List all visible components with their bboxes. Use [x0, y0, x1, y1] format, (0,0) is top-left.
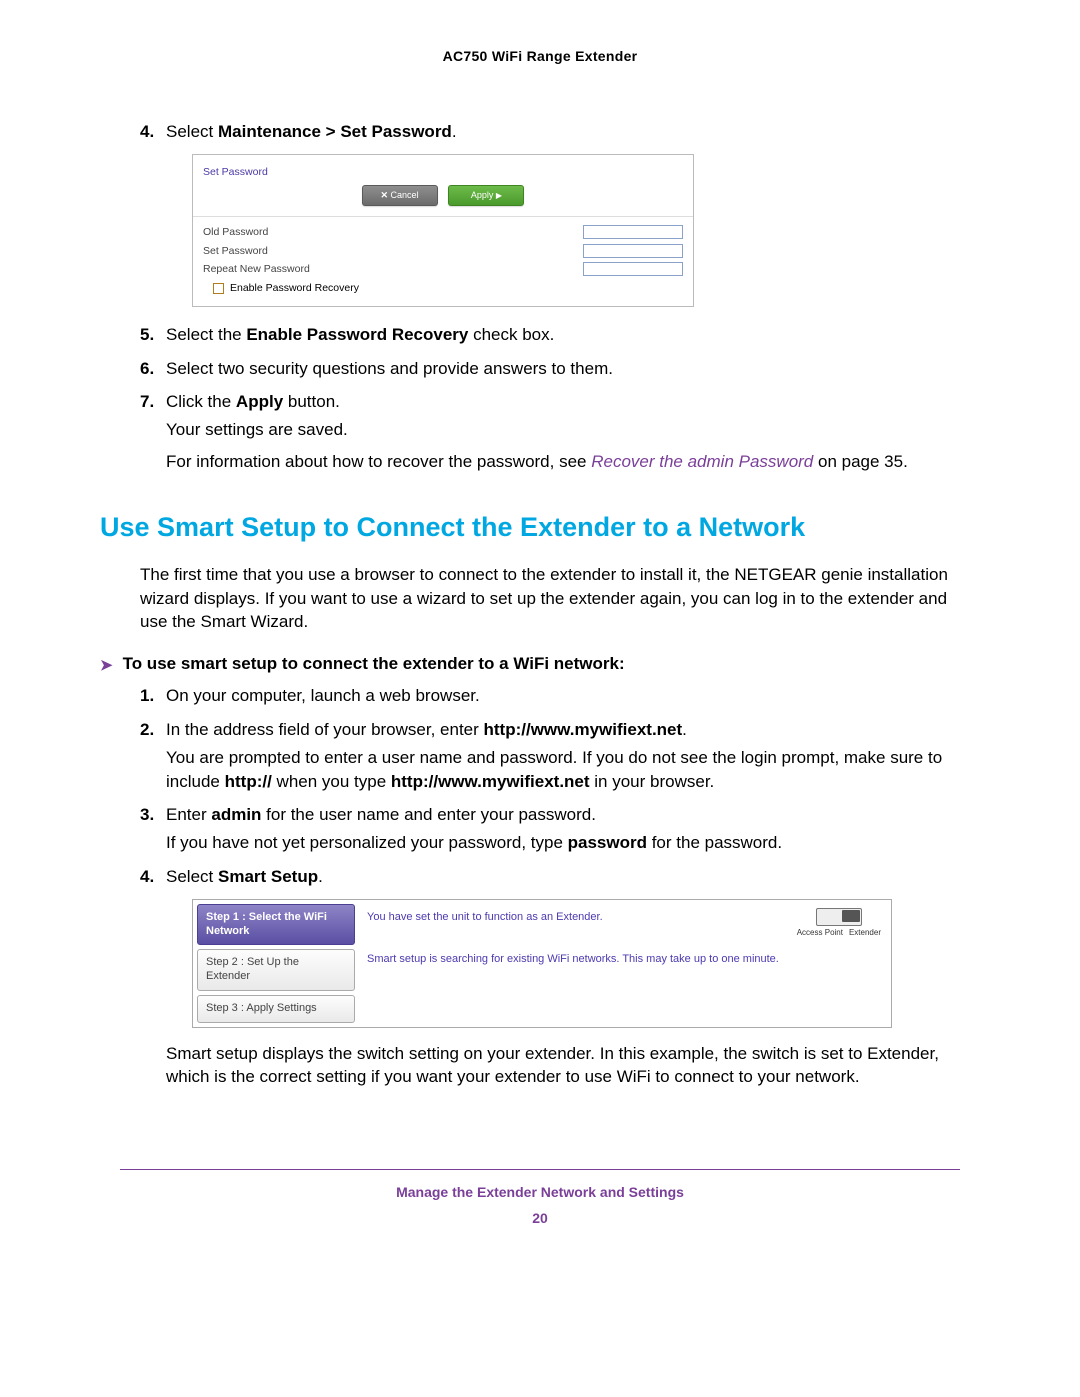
section-intro: The first time that you use a browser to…: [140, 563, 960, 634]
step-text-pre: In the address field of your browser, en…: [166, 720, 484, 739]
step-number: 6.: [140, 357, 154, 381]
repeat-password-label: Repeat New Password: [203, 262, 583, 277]
wizard-top-row: You have set the unit to function as an …: [367, 908, 881, 938]
step-5: 5. Select the Enable Password Recovery c…: [140, 323, 960, 347]
step-text-pre: Select: [166, 122, 218, 141]
set-password-panel: Set Password ✕ Cancel Apply ▶ Old Passwo…: [192, 154, 694, 307]
step-text: On your computer, launch a web browser.: [166, 686, 480, 705]
step-text-post: check box.: [468, 325, 554, 344]
page-footer: Manage the Extender Network and Settings…: [120, 1184, 960, 1226]
text: on page 35.: [813, 452, 908, 471]
switch-knob-icon: [842, 910, 860, 922]
steps-top: 4. Select Maintenance > Set Password. Se…: [120, 120, 960, 474]
set-password-label: Set Password: [203, 244, 583, 259]
text: If you have not yet personalized your pa…: [166, 833, 568, 852]
enable-recovery-checkbox[interactable]: [213, 283, 224, 294]
step-text-post: button.: [283, 392, 340, 411]
wizard-tab-step2[interactable]: Step 2 : Set Up the Extender: [197, 949, 355, 991]
step-number: 3.: [140, 803, 154, 827]
old-password-input[interactable]: [583, 225, 683, 239]
wizard-mode-message: You have set the unit to function as an …: [367, 910, 603, 925]
step-number: 5.: [140, 323, 154, 347]
text-bold: http://www.mywifiext.net: [391, 772, 590, 791]
mode-switch[interactable]: [816, 908, 862, 926]
smart-setup-panel: Step 1 : Select the WiFi Network Step 2 …: [192, 899, 892, 1028]
step-number: 7.: [140, 390, 154, 414]
footer-section-title: Manage the Extender Network and Settings: [120, 1184, 960, 1200]
step-text-post: .: [452, 122, 457, 141]
mode-switch-box: Access Point Extender: [797, 908, 881, 938]
enable-recovery-label: Enable Password Recovery: [230, 281, 359, 296]
step-number: 4.: [140, 120, 154, 144]
step-1: 1. On your computer, launch a web browse…: [140, 684, 960, 708]
step-4b: 4. Select Smart Setup. Step 1 : Select t…: [140, 865, 960, 1089]
text-bold: password: [568, 833, 647, 852]
step-number: 4.: [140, 865, 154, 889]
set-password-input[interactable]: [583, 244, 683, 258]
step-7-para2: For information about how to recover the…: [166, 450, 960, 474]
wizard-tab-step3[interactable]: Step 3 : Apply Settings: [197, 995, 355, 1023]
step-text-post: .: [682, 720, 687, 739]
step-3: 3. Enter admin for the user name and ent…: [140, 803, 960, 855]
cancel-button[interactable]: ✕ Cancel: [362, 185, 438, 206]
step-4: 4. Select Maintenance > Set Password. Se…: [140, 120, 960, 307]
panel-button-row: ✕ Cancel Apply ▶: [193, 185, 693, 217]
step-text-bold: admin: [211, 805, 261, 824]
panel-form: Old Password Set Password Repeat New Pas…: [193, 217, 693, 306]
steps-bottom: 1. On your computer, launch a web browse…: [120, 684, 960, 1089]
switch-label-extender: Extender: [849, 927, 881, 938]
text: in your browser.: [590, 772, 715, 791]
text: For information about how to recover the…: [166, 452, 591, 471]
step-text: Select two security questions and provid…: [166, 359, 613, 378]
text-bold: http://: [225, 772, 272, 791]
step-number: 1.: [140, 684, 154, 708]
wizard-content: You have set the unit to function as an …: [361, 904, 887, 1023]
step-6: 6. Select two security questions and pro…: [140, 357, 960, 381]
procedure-subhead: ➤ To use smart setup to connect the exte…: [100, 654, 960, 674]
old-password-label: Old Password: [203, 225, 583, 240]
step-text-bold: Smart Setup: [218, 867, 318, 886]
step-2: 2. In the address field of your browser,…: [140, 718, 960, 793]
step-text-post: .: [318, 867, 323, 886]
step-text-pre: Select: [166, 867, 218, 886]
wizard-tabs: Step 1 : Select the WiFi Network Step 2 …: [197, 904, 355, 1023]
footer-rule: [120, 1169, 960, 1170]
footer-page-number: 20: [120, 1210, 960, 1226]
step-text-pre: Enter: [166, 805, 211, 824]
switch-label-ap: Access Point: [797, 927, 843, 938]
step-text-pre: Click the: [166, 392, 236, 411]
repeat-password-input[interactable]: [583, 262, 683, 276]
wizard-search-message: Smart setup is searching for existing Wi…: [367, 952, 881, 967]
step-7: 7. Click the Apply button. Your settings…: [140, 390, 960, 473]
text: when you type: [272, 772, 391, 791]
step-text-bold: http://www.mywifiext.net: [484, 720, 683, 739]
step-text-bold: Maintenance > Set Password: [218, 122, 452, 141]
apply-button[interactable]: Apply ▶: [448, 185, 524, 206]
step-2-para: You are prompted to enter a user name an…: [166, 746, 960, 794]
arrow-marker-icon: ➤: [100, 656, 113, 674]
step-text-bold: Apply: [236, 392, 283, 411]
step-text-post: for the user name and enter your passwor…: [261, 805, 596, 824]
document-title: AC750 WiFi Range Extender: [120, 48, 960, 64]
step-text-pre: Select the: [166, 325, 246, 344]
enable-recovery-row: Enable Password Recovery: [203, 281, 683, 296]
text: for the password.: [647, 833, 782, 852]
step-text-bold: Enable Password Recovery: [246, 325, 468, 344]
switch-labels: Access Point Extender: [797, 927, 881, 938]
section-heading: Use Smart Setup to Connect the Extender …: [100, 512, 960, 543]
step-3-para: If you have not yet personalized your pa…: [166, 831, 960, 855]
step-7-para1: Your settings are saved.: [166, 418, 960, 442]
wizard-tab-step1[interactable]: Step 1 : Select the WiFi Network: [197, 904, 355, 946]
after-panel2-para: Smart setup displays the switch setting …: [166, 1042, 960, 1090]
subhead-text: To use smart setup to connect the extend…: [123, 654, 625, 674]
recover-password-link[interactable]: Recover the admin Password: [591, 452, 813, 471]
panel-title: Set Password: [193, 155, 693, 186]
step-number: 2.: [140, 718, 154, 742]
manual-page: AC750 WiFi Range Extender 4. Select Main…: [0, 0, 1080, 1397]
